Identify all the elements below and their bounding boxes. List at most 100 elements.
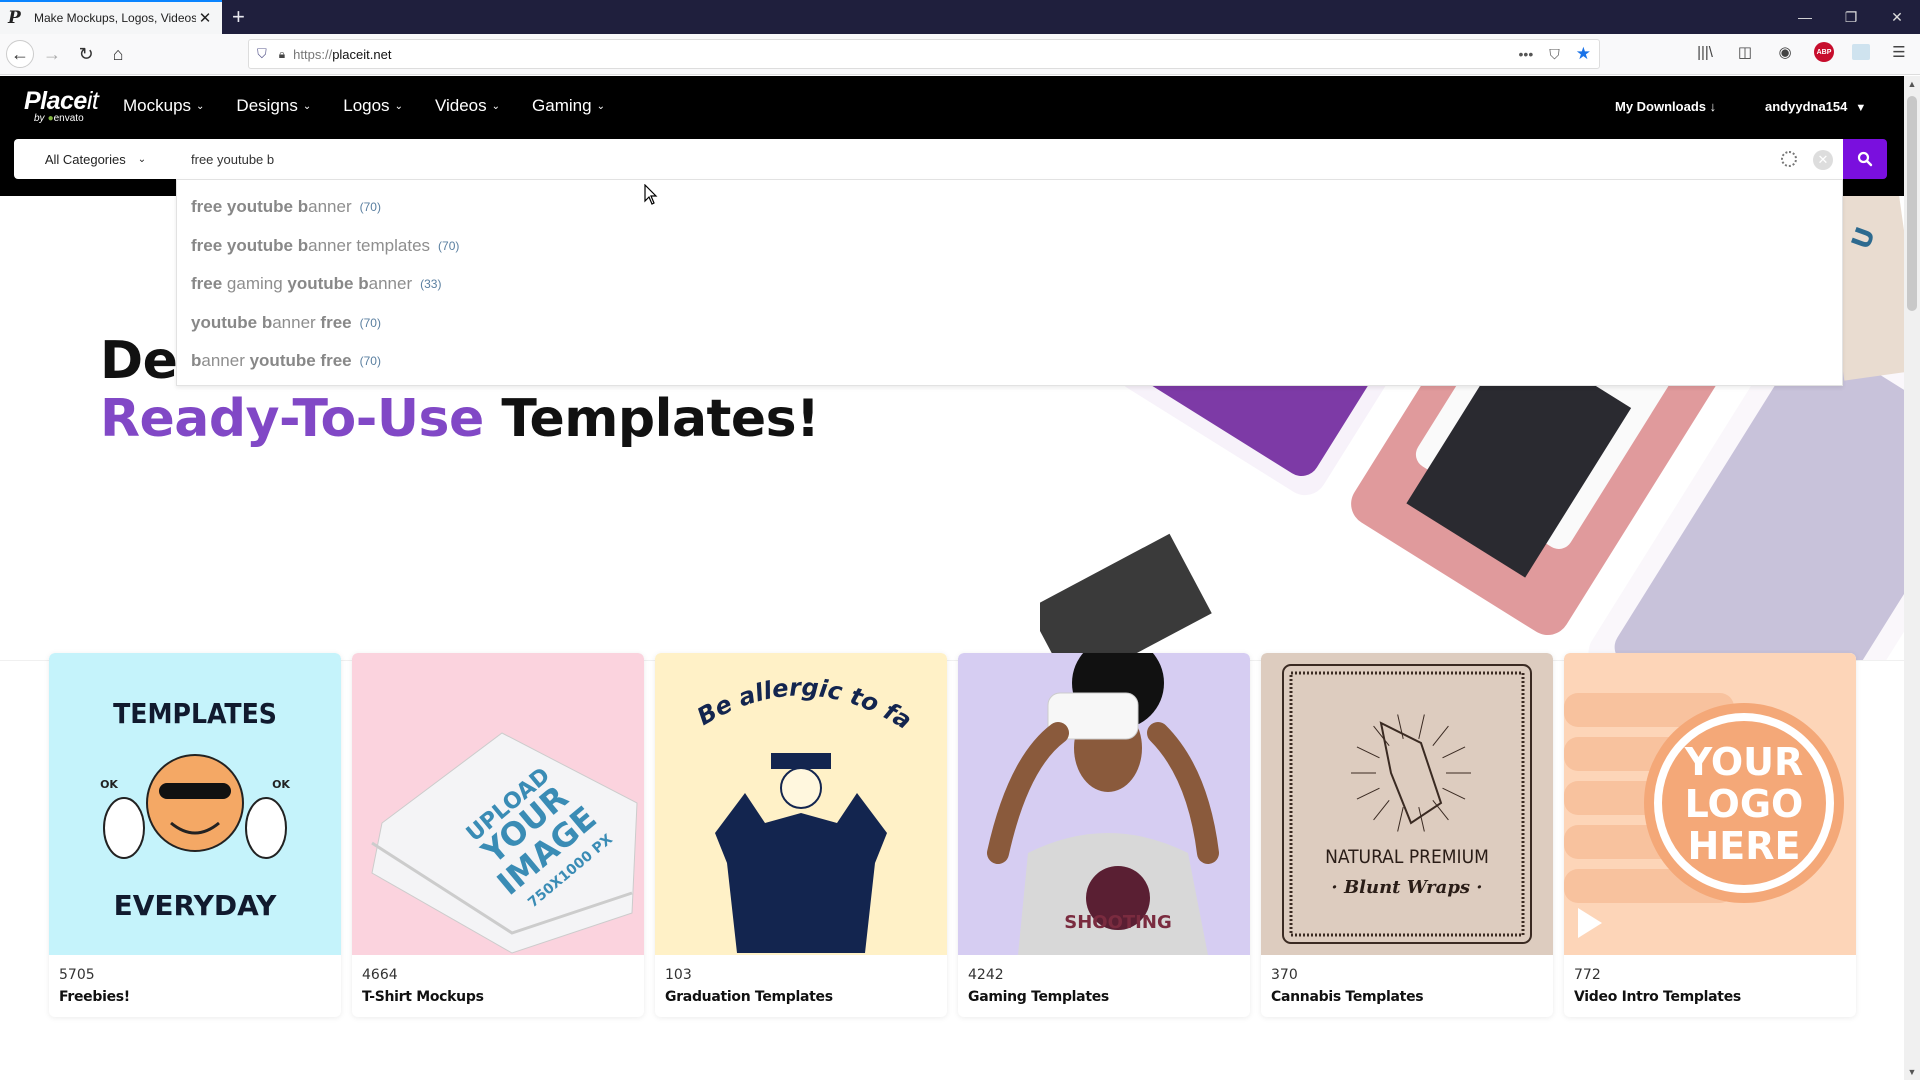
- search-suggestion[interactable]: free gaming youtube b anner (33): [177, 265, 1842, 304]
- suggestion-match-text: b: [191, 351, 202, 371]
- sunglasses-icon: [159, 783, 231, 799]
- mouse-cursor-icon: [644, 184, 658, 205]
- category-title: T-Shirt Mockups: [362, 989, 484, 1005]
- category-card-image: UPLOAD YOUR IMAGE 750X1000 PX: [352, 653, 644, 955]
- browser-tab[interactable]: P Make Mockups, Logos, Videos ✕: [0, 0, 222, 34]
- card-art-text: LOGO: [1685, 782, 1804, 826]
- card-art-text: Be allergic to fail: [655, 653, 917, 735]
- nav-mockups[interactable]: Mockups ⌄: [123, 96, 204, 116]
- category-card-image: TEMPLATES OK OK EVERYDAY: [49, 653, 341, 955]
- sunburst-ray: [1442, 746, 1466, 759]
- logo-wordmark: Placeit: [24, 87, 99, 115]
- category-card[interactable]: NATURAL PREMIUM · Blunt Wraps · 370 Cannabi…: [1261, 653, 1553, 1017]
- suggestion-match-text: free: [320, 312, 352, 332]
- sunburst-ray: [1397, 714, 1404, 739]
- search-input[interactable]: [191, 151, 1591, 167]
- url-host: placeit.net: [332, 46, 392, 62]
- extension-icon[interactable]: [1852, 44, 1870, 60]
- category-card[interactable]: TEMPLATES OK OK EVERYDAY 5705 Freebies!: [49, 653, 341, 1017]
- nav-logos[interactable]: Logos ⌄: [343, 96, 403, 116]
- menu-hamburger-icon[interactable]: ☰: [1888, 43, 1910, 61]
- category-card-art: TEMPLATES OK OK EVERYDAY: [100, 697, 290, 922]
- nav-videos[interactable]: Videos ⌄: [435, 96, 500, 116]
- category-cards: TEMPLATES OK OK EVERYDAY 5705 Freebies! UPLOAD…: [49, 653, 1856, 1017]
- chevron-down-icon: ⌄: [596, 100, 605, 112]
- category-card[interactable]: UPLOAD YOUR IMAGE 750X1000 PX 4664 T-Shirt Mo…: [352, 653, 644, 1017]
- search-button[interactable]: [1843, 139, 1887, 179]
- suggestion-match-text: free youtube b: [191, 197, 309, 217]
- nav-gaming[interactable]: Gaming ⌄: [532, 96, 605, 116]
- category-card[interactable]: YOUR LOGO HERE 772 Video Intro Templates: [1564, 653, 1856, 1017]
- user-menu[interactable]: andyydna154 ▼: [1765, 99, 1866, 114]
- back-button[interactable]: ←: [6, 40, 34, 68]
- tracking-protection-shield-icon[interactable]: ⛉: [257, 46, 267, 62]
- suggestion-match-text: youtube b: [191, 312, 273, 332]
- category-title: Gaming Templates: [968, 989, 1109, 1005]
- scroll-up-icon[interactable]: ▲: [1904, 79, 1920, 89]
- search-suggestion[interactable]: free youtube b anner templates (70): [177, 227, 1842, 266]
- scroll-down-icon[interactable]: ▼: [1904, 1067, 1920, 1077]
- category-card-art: Be allergic to fail: [655, 653, 917, 953]
- my-downloads-link[interactable]: My Downloads ↓: [1615, 99, 1716, 114]
- library-icon[interactable]: |||\: [1694, 44, 1716, 61]
- reload-button[interactable]: ↻: [72, 40, 100, 68]
- search-suggestion[interactable]: b anner youtube free (70): [177, 342, 1842, 381]
- suggestion-count: (70): [359, 200, 381, 215]
- forward-button[interactable]: →: [38, 40, 66, 68]
- sidebar-icon[interactable]: ◫: [1734, 43, 1756, 61]
- page-scrollbar[interactable]: ▲ ▼: [1904, 76, 1920, 1080]
- url-text[interactable]: https://placeit.net: [293, 47, 391, 62]
- suggestion-count: (33): [420, 277, 442, 292]
- label-frame-outer: [1282, 664, 1532, 944]
- suggestion-match-text: free: [191, 274, 227, 294]
- chevron-down-icon: ⌄: [137, 153, 147, 165]
- bookmark-star-icon[interactable]: ★: [1576, 44, 1591, 64]
- nav-designs[interactable]: Designs ⌄: [236, 96, 311, 116]
- category-card[interactable]: Be allergic to fail 103 Graduation Templat…: [655, 653, 947, 1017]
- close-tab-icon[interactable]: ✕: [196, 9, 214, 27]
- download-arrow-icon: ↓: [1709, 99, 1717, 114]
- caret-down-icon: ▼: [1855, 102, 1867, 114]
- category-title: Cannabis Templates: [1271, 989, 1424, 1005]
- restore-icon[interactable]: ❐: [1828, 0, 1874, 34]
- sunburst-ray: [1418, 714, 1425, 739]
- new-tab-button[interactable]: +: [232, 4, 245, 30]
- category-card[interactable]: SHOOTING 4242 Gaming Templates: [958, 653, 1250, 1017]
- clear-search-icon[interactable]: ✕: [1813, 150, 1833, 170]
- logo-byline: by ●envato: [34, 113, 84, 124]
- card-art-text: OK: [272, 778, 290, 791]
- account-icon[interactable]: ◉: [1774, 43, 1796, 61]
- minimize-icon[interactable]: —: [1782, 0, 1828, 34]
- category-select[interactable]: All Categories ⌄: [14, 139, 177, 179]
- graduate-gown: [715, 793, 887, 953]
- category-count: 4242: [968, 967, 1004, 983]
- search-suggestion[interactable]: free youtube b anner (70): [177, 188, 1842, 227]
- card-art-text: OK: [100, 778, 118, 791]
- category-count: 370: [1271, 967, 1298, 983]
- adblock-plus-icon[interactable]: ABP: [1814, 42, 1834, 62]
- search-field[interactable]: ✕: [176, 139, 1843, 179]
- browser-toolbar-right: |||\ ◫ ◉ ABP ☰: [1694, 42, 1910, 62]
- address-bar[interactable]: ⛉ 🔒︎ https://placeit.net ••• ⛉ ★: [248, 39, 1600, 69]
- page-actions-icon[interactable]: •••: [1519, 46, 1534, 62]
- url-scheme: https://: [293, 46, 333, 62]
- category-card-art: UPLOADYOURIMAGE750X1000 PX: [371, 732, 638, 954]
- category-card-meta: 5705 Freebies!: [49, 955, 341, 1017]
- home-button[interactable]: ⌂: [104, 40, 132, 68]
- suggestion-count: (70): [359, 354, 381, 369]
- card-art-text: · Blunt Wraps ·: [1331, 877, 1482, 898]
- close-window-icon[interactable]: ✕: [1874, 0, 1920, 34]
- main-nav: Mockups ⌄ Designs ⌄ Logos ⌄ Videos ⌄ Gaming ⌄: [123, 96, 605, 116]
- category-card-image: Be allergic to fail: [655, 653, 947, 955]
- search-suggestion[interactable]: youtube b anner free (70): [177, 304, 1842, 343]
- hand-illustration: [1379, 721, 1443, 825]
- category-card-meta: 772 Video Intro Templates: [1564, 955, 1856, 1017]
- lock-icon[interactable]: 🔒︎: [279, 47, 285, 62]
- card-art-text: EVERYDAY: [114, 889, 277, 922]
- placeit-logo[interactable]: Placeit by ●envato: [24, 87, 99, 124]
- suggestion-completion-text: anner: [308, 197, 352, 217]
- pocket-icon[interactable]: ⛉: [1549, 46, 1560, 63]
- smiley-face-icon: [146, 754, 244, 852]
- category-title: Freebies!: [59, 989, 130, 1005]
- scrollbar-thumb[interactable]: [1907, 96, 1917, 311]
